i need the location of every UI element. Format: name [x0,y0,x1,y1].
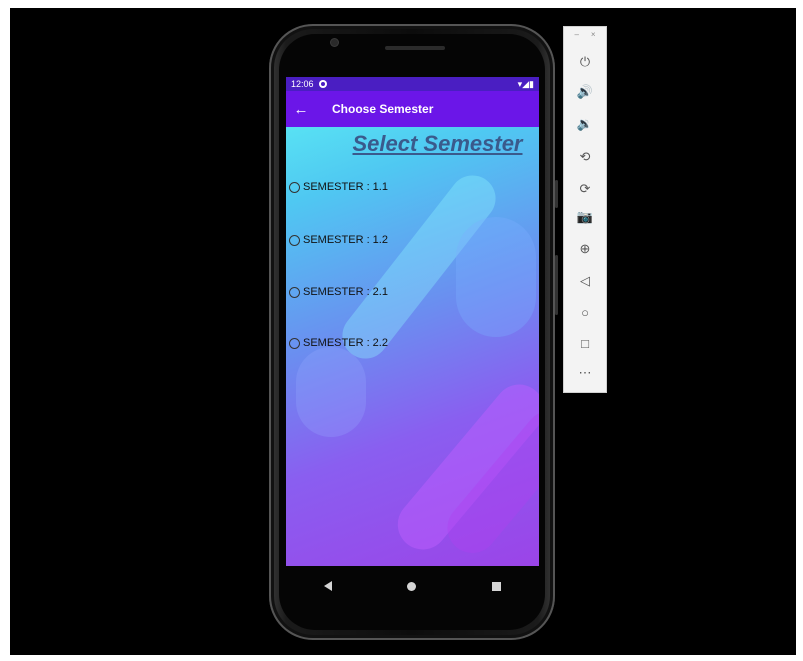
radio-button[interactable] [289,337,300,349]
camera-icon[interactable]: 📷 [564,209,606,225]
app-bar: ← Choose Semester [286,91,539,127]
phone-volume-key [555,255,558,315]
volume-down-icon[interactable]: 🔉 [564,116,606,132]
home-icon[interactable]: ○ [564,305,606,321]
semester-option-label: SEMESTER : 1.1 [303,181,388,193]
phone-power-key [555,180,558,208]
close-icon[interactable]: × [591,30,596,39]
toolbar-window-controls: – × [564,30,606,39]
semester-option-label: SEMESTER : 1.2 [303,234,388,246]
nav-home-icon[interactable] [407,581,417,591]
zoom-icon[interactable]: ⊕ [564,241,606,257]
semester-option-label: SEMESTER : 2.2 [303,337,388,349]
semester-option[interactable]: SEMESTER : 2.1 [289,286,388,298]
rotate-right-icon[interactable]: ⟳ [564,181,606,197]
android-navigation-bar [286,566,539,606]
android-screen: 12:06 ▾◢▮ ← Choose Semester Select Semes… [286,77,539,566]
background-shape [296,347,366,437]
emulator-toolbar: – × ⏻ 🔊 🔉 ⟲ ⟳ 📷 ⊕ ◁ ○ □ ⋯ [563,26,607,393]
app-bar-title: Choose Semester [332,102,434,116]
volume-up-icon[interactable]: 🔊 [564,84,606,100]
nav-recents-icon[interactable] [492,581,502,591]
page-heading: Select Semester [352,131,523,156]
status-bar: 12:06 ▾◢▮ [286,77,539,91]
overview-icon[interactable]: □ [564,336,606,352]
more-icon[interactable]: ⋯ [564,365,606,381]
notification-icon [318,80,327,88]
background-shape [456,217,536,337]
status-time: 12:06 [291,79,314,89]
semester-option-label: SEMESTER : 2.1 [303,286,388,298]
signal-battery-icon: ▾◢▮ [517,78,534,89]
back-icon[interactable]: ◁ [564,273,606,289]
rotate-left-icon[interactable]: ⟲ [564,149,606,165]
semester-option[interactable]: SEMESTER : 1.1 [289,181,388,193]
minimize-icon[interactable]: – [574,30,578,39]
radio-button[interactable] [289,286,300,298]
semester-option[interactable]: SEMESTER : 1.2 [289,234,388,246]
nav-back-icon[interactable] [323,581,332,591]
semester-option[interactable]: SEMESTER : 2.2 [289,337,388,349]
radio-button[interactable] [289,234,300,246]
front-camera [331,39,338,46]
power-icon[interactable]: ⏻ [564,54,606,70]
earpiece-speaker [385,46,445,50]
radio-button[interactable] [289,181,300,193]
back-arrow-icon[interactable]: ← [286,101,316,118]
